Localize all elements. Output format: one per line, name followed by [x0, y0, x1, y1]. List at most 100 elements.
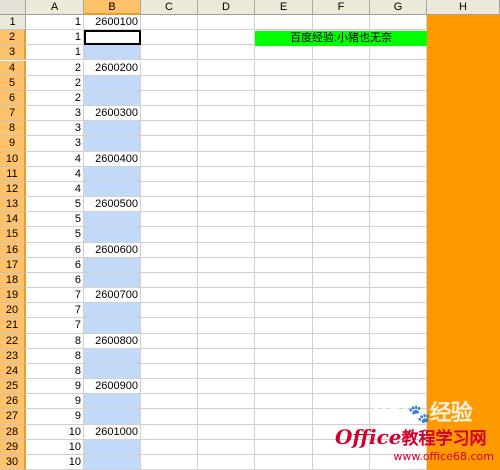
cell-b[interactable] [84, 75, 141, 91]
empty-cell[interactable] [313, 318, 370, 334]
row-header[interactable]: 16 [0, 242, 26, 258]
cell-b[interactable] [84, 90, 141, 106]
cell-a[interactable]: 5 [26, 227, 84, 243]
row-header[interactable]: 8 [0, 121, 26, 137]
empty-cell[interactable] [141, 90, 198, 106]
row-header[interactable]: 21 [0, 318, 26, 334]
cell-a[interactable]: 9 [26, 394, 84, 410]
empty-cell[interactable] [198, 136, 255, 152]
empty-cell[interactable] [141, 30, 198, 46]
empty-cell[interactable] [313, 272, 370, 289]
empty-cell[interactable] [198, 348, 255, 364]
empty-cell[interactable] [141, 257, 198, 273]
cell-a[interactable]: 5 [26, 197, 84, 213]
cell-a[interactable]: 10 [26, 439, 84, 455]
empty-cell[interactable] [313, 303, 370, 319]
empty-cell[interactable] [255, 136, 313, 152]
empty-cell[interactable] [255, 348, 313, 364]
empty-cell[interactable] [255, 439, 313, 455]
empty-cell[interactable] [198, 197, 255, 213]
cell-a[interactable]: 1 [26, 30, 84, 46]
empty-cell[interactable] [198, 90, 255, 106]
empty-cell[interactable] [255, 60, 313, 76]
cell-a[interactable]: 6 [26, 272, 84, 289]
empty-cell[interactable] [313, 166, 370, 182]
row-header[interactable]: 9 [0, 136, 26, 152]
column-header-g[interactable]: G [370, 0, 427, 15]
empty-cell[interactable] [370, 242, 427, 258]
empty-cell[interactable] [255, 454, 313, 470]
empty-cell[interactable] [313, 121, 370, 137]
row-header[interactable]: 20 [0, 303, 26, 319]
column-header-c[interactable]: C [141, 0, 198, 15]
row-header[interactable]: 18 [0, 272, 26, 289]
empty-cell[interactable] [255, 272, 313, 289]
empty-cell[interactable] [141, 379, 198, 395]
column-header-d[interactable]: D [198, 0, 255, 15]
empty-cell[interactable] [255, 212, 313, 228]
empty-cell[interactable] [255, 151, 313, 167]
empty-cell[interactable] [255, 45, 313, 61]
empty-cell[interactable] [198, 409, 255, 425]
empty-cell[interactable] [198, 181, 255, 198]
cell-a[interactable]: 6 [26, 242, 84, 258]
empty-cell[interactable] [255, 181, 313, 198]
cell-b[interactable] [84, 394, 141, 410]
empty-cell[interactable] [313, 151, 370, 167]
empty-cell[interactable] [141, 106, 198, 122]
cell-a[interactable]: 2 [26, 90, 84, 106]
empty-cell[interactable] [141, 439, 198, 455]
empty-cell[interactable] [198, 454, 255, 470]
empty-cell[interactable] [141, 166, 198, 182]
row-header[interactable]: 17 [0, 257, 26, 273]
empty-cell[interactable] [255, 257, 313, 273]
cell-a[interactable]: 1 [26, 45, 84, 61]
empty-cell[interactable] [141, 333, 198, 349]
row-header[interactable]: 27 [0, 409, 26, 425]
empty-cell[interactable] [255, 75, 313, 91]
empty-cell[interactable] [198, 272, 255, 289]
empty-cell[interactable] [255, 288, 313, 304]
row-header[interactable]: 15 [0, 227, 26, 243]
empty-cell[interactable] [313, 348, 370, 364]
empty-cell[interactable] [255, 106, 313, 122]
empty-cell[interactable] [141, 288, 198, 304]
empty-cell[interactable] [198, 45, 255, 61]
cell-b[interactable] [84, 272, 141, 289]
empty-cell[interactable] [313, 379, 370, 395]
empty-cell[interactable] [370, 288, 427, 304]
empty-cell[interactable] [370, 166, 427, 182]
cell-a[interactable]: 8 [26, 363, 84, 380]
cell-b[interactable] [84, 257, 141, 273]
empty-cell[interactable] [141, 363, 198, 380]
cell-a[interactable]: 9 [26, 409, 84, 425]
empty-cell[interactable] [370, 15, 427, 31]
empty-cell[interactable] [141, 227, 198, 243]
row-header[interactable]: 4 [0, 60, 26, 76]
empty-cell[interactable] [313, 181, 370, 198]
cell-b[interactable] [84, 363, 141, 380]
cell-a[interactable]: 10 [26, 424, 84, 440]
column-header-a[interactable]: A [26, 0, 84, 15]
empty-cell[interactable] [198, 303, 255, 319]
empty-cell[interactable] [255, 227, 313, 243]
row-header[interactable]: 10 [0, 151, 26, 167]
cell-b[interactable]: 2600400 [84, 151, 141, 167]
empty-cell[interactable] [198, 212, 255, 228]
cell-a[interactable]: 9 [26, 379, 84, 395]
cell-a[interactable]: 4 [26, 181, 84, 198]
empty-cell[interactable] [370, 90, 427, 106]
empty-cell[interactable] [370, 75, 427, 91]
empty-cell[interactable] [313, 409, 370, 425]
empty-cell[interactable] [370, 106, 427, 122]
empty-cell[interactable] [370, 227, 427, 243]
column-header-e[interactable]: E [255, 0, 313, 15]
cell-a[interactable]: 4 [26, 166, 84, 182]
empty-cell[interactable] [313, 60, 370, 76]
row-header[interactable]: 29 [0, 439, 26, 455]
empty-cell[interactable] [198, 75, 255, 91]
empty-cell[interactable] [198, 318, 255, 334]
empty-cell[interactable] [141, 197, 198, 213]
empty-cell[interactable] [141, 242, 198, 258]
empty-cell[interactable] [198, 257, 255, 273]
